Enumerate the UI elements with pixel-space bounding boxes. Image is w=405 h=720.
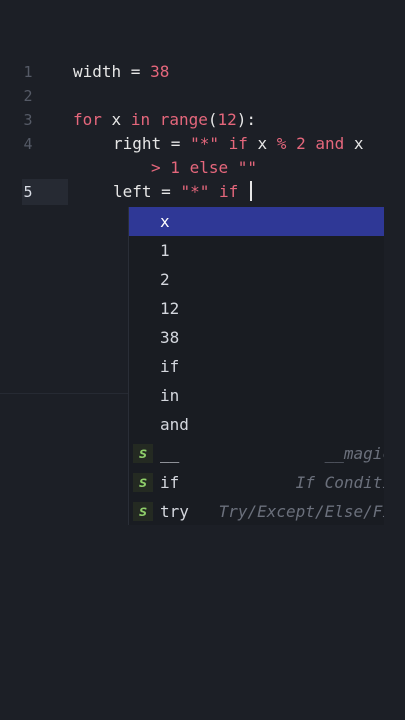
suggestion-label: if bbox=[160, 357, 180, 376]
line-number: 2 bbox=[23, 87, 33, 105]
line-text: > 1 else "" bbox=[151, 158, 257, 177]
divider bbox=[0, 393, 128, 394]
line-text: right = "*" if x % 2 and x bbox=[113, 134, 364, 153]
suggestion-item[interactable]: in bbox=[129, 381, 384, 410]
suggestion-label: __ bbox=[160, 444, 180, 463]
line-text: left = "*" if bbox=[113, 180, 252, 204]
snippet-icon: s bbox=[133, 502, 153, 521]
suggestion-label: if bbox=[160, 473, 180, 492]
suggestion-item[interactable]: x bbox=[129, 207, 384, 236]
line-number: 3 bbox=[23, 111, 33, 129]
suggestion-label: 1 bbox=[160, 241, 170, 260]
suggestion-item[interactable]: if bbox=[129, 352, 384, 381]
suggestion-label: 12 bbox=[160, 299, 180, 318]
suggestion-item[interactable]: and bbox=[129, 410, 384, 439]
code-line-1[interactable]: 1 width = 38 bbox=[0, 60, 405, 84]
line-number: 1 bbox=[23, 63, 33, 81]
suggestion-label: and bbox=[160, 415, 189, 434]
suggestion-item[interactable]: 38 bbox=[129, 323, 384, 352]
line-text: width = 38 bbox=[73, 62, 170, 81]
suggestion-item[interactable]: 1 bbox=[129, 236, 384, 265]
snippet-item[interactable]: s try Try/Except/Else/Fi bbox=[129, 497, 384, 525]
code-line-2[interactable]: 2 bbox=[0, 84, 405, 108]
code-line-4[interactable]: 4 right = "*" if x % 2 and x bbox=[0, 132, 405, 156]
line-number: 5 bbox=[23, 183, 33, 201]
suggestion-item[interactable]: 2 bbox=[129, 265, 384, 294]
snippet-icon: s bbox=[133, 444, 153, 463]
suggestion-detail: Try/Except/Else/Fi bbox=[218, 502, 384, 521]
text-cursor bbox=[249, 181, 252, 201]
suggestion-detail: If Conditi bbox=[295, 473, 384, 492]
code-line-4-wrap[interactable]: > 1 else "" bbox=[0, 156, 405, 180]
suggestion-label: try bbox=[160, 502, 189, 521]
code-line-5[interactable]: 5 left = "*" if bbox=[0, 180, 405, 204]
suggestion-label: 2 bbox=[160, 270, 170, 289]
line-number: 4 bbox=[23, 135, 33, 153]
snippet-item[interactable]: s __ __magic bbox=[129, 439, 384, 468]
code-line-3[interactable]: 3 for x in range(12): bbox=[0, 108, 405, 132]
suggestion-detail: __magic bbox=[324, 444, 384, 463]
autocomplete-popup[interactable]: x 1 2 12 38 if in and s __ __magic s if … bbox=[128, 207, 384, 525]
snippet-icon: s bbox=[133, 473, 153, 492]
snippet-item[interactable]: s if If Conditi bbox=[129, 468, 384, 497]
suggestion-label: 38 bbox=[160, 328, 180, 347]
line-text: for x in range(12): bbox=[73, 110, 257, 129]
suggestion-item[interactable]: 12 bbox=[129, 294, 384, 323]
suggestion-label: x bbox=[160, 212, 170, 231]
suggestion-label: in bbox=[160, 386, 180, 405]
